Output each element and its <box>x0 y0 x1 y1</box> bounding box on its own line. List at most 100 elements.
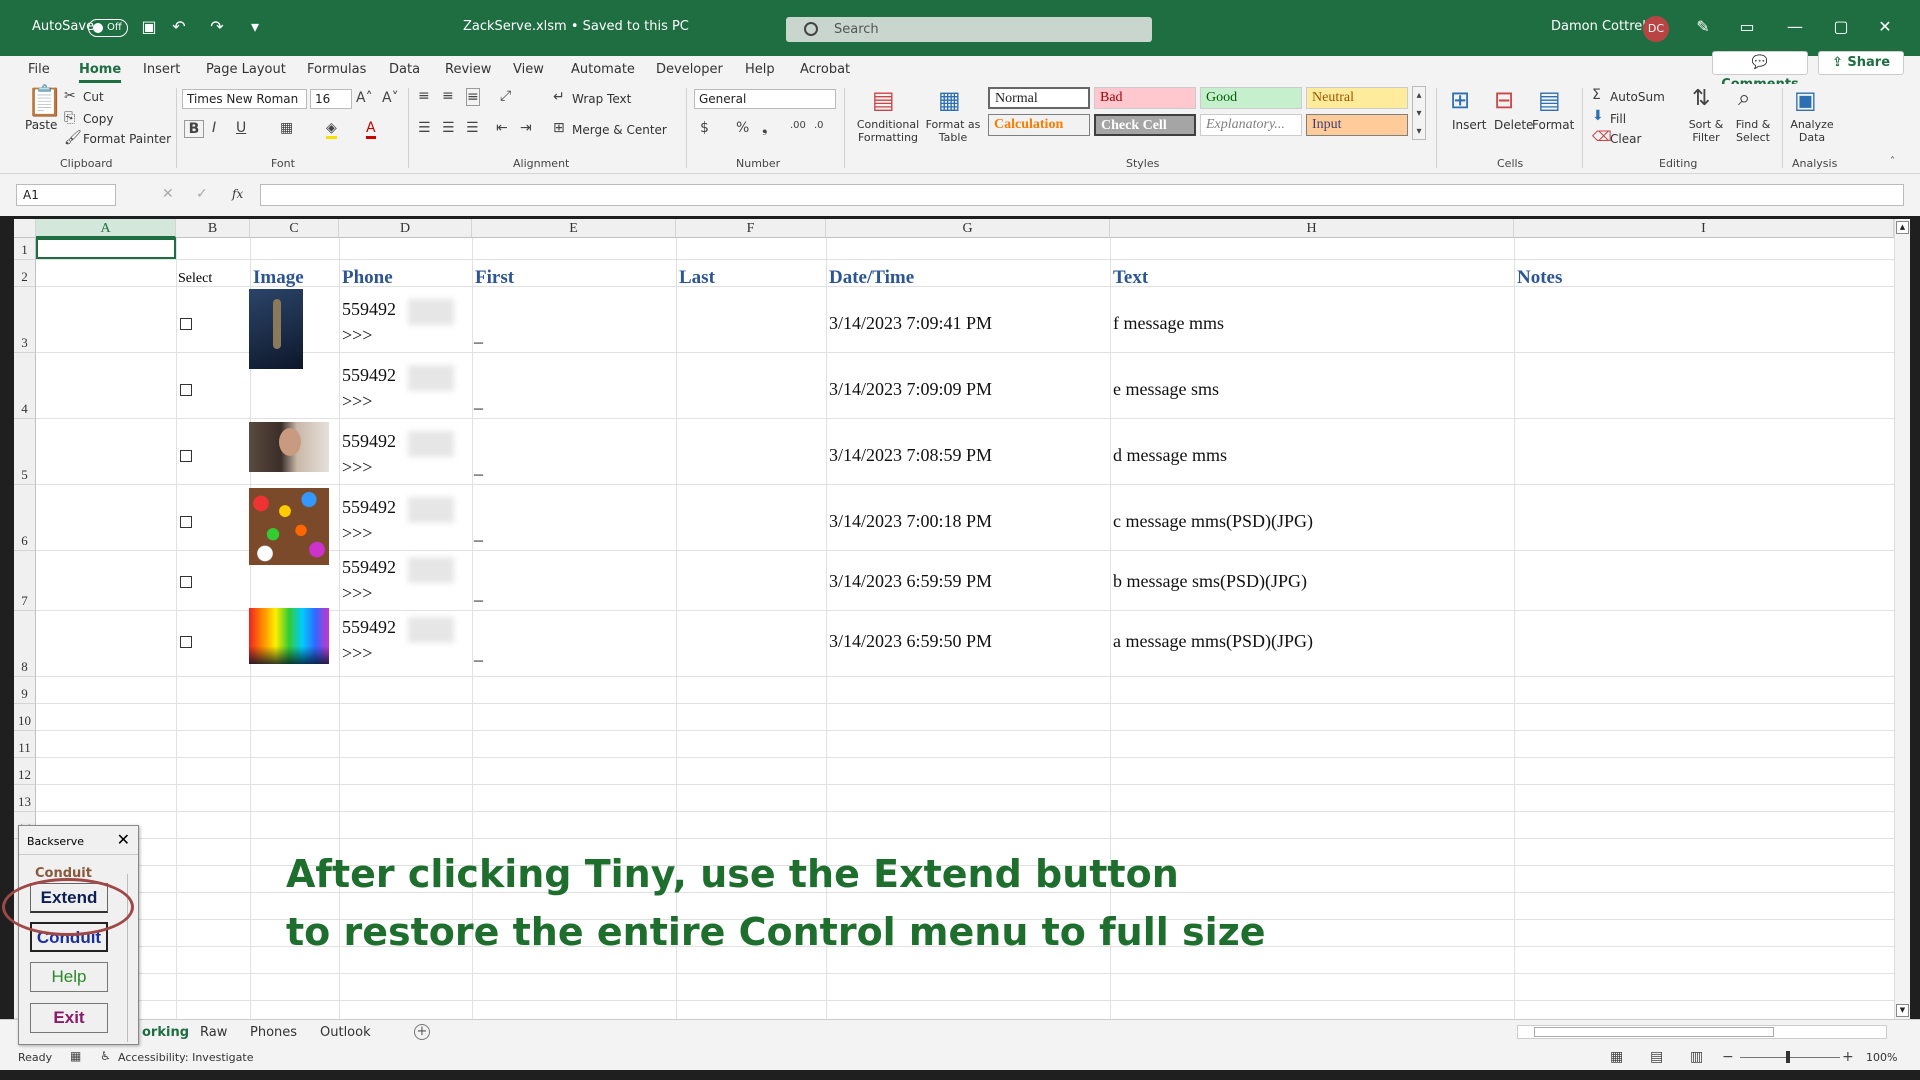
style-bad[interactable]: Bad <box>1094 87 1196 109</box>
tab-acrobat[interactable]: Acrobat <box>800 62 850 77</box>
page-layout-view-icon[interactable]: ▤ <box>1650 1049 1663 1065</box>
row-header-4[interactable]: 4 <box>14 353 36 419</box>
tab-file[interactable]: File <box>28 62 50 77</box>
insert-button[interactable]: Insert <box>1452 118 1486 132</box>
autosave-toggle[interactable]: Off <box>88 19 128 37</box>
decrease-indent-icon[interactable]: ⇤ <box>496 120 508 136</box>
select-checkbox[interactable] <box>180 384 192 396</box>
comments-button[interactable]: 💬 Comments <box>1712 51 1808 92</box>
select-checkbox[interactable] <box>180 636 192 648</box>
row-header-13[interactable]: 13 <box>14 785 36 812</box>
cut-button[interactable]: Cut <box>83 90 104 104</box>
mms-image-thumbnail[interactable] <box>249 422 329 472</box>
column-header-b[interactable]: B <box>176 219 250 238</box>
align-right-icon[interactable]: ☰ <box>466 120 479 136</box>
accessibility-status[interactable]: Accessibility: Investigate <box>118 1051 254 1064</box>
style-neutral[interactable]: Neutral <box>1306 87 1408 109</box>
mms-image-thumbnail[interactable] <box>249 608 329 664</box>
paste-icon[interactable]: 📋 <box>26 84 63 119</box>
select-all-corner[interactable] <box>14 219 36 238</box>
decrease-font-icon[interactable]: A˅ <box>382 90 399 106</box>
tab-help[interactable]: Help <box>745 62 775 77</box>
select-checkbox[interactable] <box>180 318 192 330</box>
zoom-slider-thumb[interactable] <box>1786 1051 1790 1063</box>
tab-data[interactable]: Data <box>389 62 420 77</box>
insert-function-button[interactable]: fx <box>232 187 243 201</box>
column-header-c[interactable]: C <box>250 219 339 238</box>
redo-icon[interactable]: ↷ <box>206 16 228 38</box>
add-sheet-icon[interactable]: + <box>414 1024 430 1040</box>
dialog-close-icon[interactable]: ✕ <box>117 830 130 849</box>
collapse-ribbon-icon[interactable]: ˄ <box>1890 156 1895 167</box>
phone-arrow-link[interactable]: >>> <box>342 583 372 604</box>
tab-formulas[interactable]: Formulas <box>307 62 366 77</box>
formula-input[interactable] <box>260 184 1904 206</box>
phone-arrow-link[interactable]: >>> <box>342 457 372 478</box>
normal-view-icon[interactable]: ▦ <box>1610 1049 1623 1065</box>
row-header-3[interactable]: 3 <box>14 287 36 353</box>
currency-icon[interactable]: $ <box>700 120 709 136</box>
column-header-g[interactable]: G <box>826 219 1110 238</box>
sheet-tab-outlook[interactable]: Outlook <box>320 1025 371 1040</box>
styles-scroll-icon[interactable]: ▴ ▾ ▾ <box>1412 86 1426 140</box>
italic-icon[interactable]: I <box>212 120 216 136</box>
undo-icon[interactable]: ↶ <box>168 16 190 38</box>
mms-image-thumbnail[interactable] <box>249 289 303 369</box>
row-header-10[interactable]: 10 <box>14 704 36 731</box>
select-checkbox[interactable] <box>180 450 192 462</box>
format-button[interactable]: Format <box>1532 118 1574 132</box>
zoom-slider[interactable] <box>1740 1057 1840 1058</box>
sheet-tab-raw[interactable]: Raw <box>200 1025 227 1040</box>
scroll-thumb[interactable] <box>1534 1027 1774 1037</box>
style-normal[interactable]: Normal <box>988 87 1090 109</box>
worksheet-grid[interactable]: A B C D E F G H I 1 2 3 4 5 6 7 8 9 10 1… <box>14 219 1894 1019</box>
phone-arrow-link[interactable]: >>> <box>342 325 372 346</box>
phone-arrow-link[interactable]: >>> <box>342 643 372 664</box>
column-header-e[interactable]: E <box>472 219 676 238</box>
search-box[interactable]: Search <box>786 17 1152 42</box>
tab-automate[interactable]: Automate <box>571 62 635 77</box>
row-header-11[interactable]: 11 <box>14 731 36 758</box>
merge-center-button[interactable]: Merge & Center <box>572 123 667 137</box>
style-calculation[interactable]: Calculation <box>988 114 1090 136</box>
delete-button[interactable]: Delete <box>1494 118 1533 132</box>
row-header-2[interactable]: 2 <box>14 260 36 287</box>
orientation-icon[interactable]: ⤢ <box>500 88 511 104</box>
align-top-icon[interactable]: ≡ <box>418 88 430 104</box>
close-icon[interactable]: ✕ <box>1870 14 1900 40</box>
exit-button[interactable]: Exit <box>30 1003 108 1033</box>
column-header-d[interactable]: D <box>339 219 472 238</box>
mms-image-thumbnail[interactable] <box>249 488 329 565</box>
increase-font-icon[interactable]: A˄ <box>356 90 373 106</box>
row-header-9[interactable]: 9 <box>14 677 36 704</box>
ribbon-display-icon[interactable]: ▭ <box>1736 16 1758 38</box>
clear-button[interactable]: Clear <box>1610 132 1641 146</box>
percent-icon[interactable]: % <box>736 120 749 136</box>
style-input[interactable]: Input <box>1306 114 1408 136</box>
format-as-table-button[interactable]: Format as Table <box>925 118 981 144</box>
fill-button[interactable]: Fill <box>1610 112 1626 126</box>
font-color-icon[interactable]: A <box>366 120 376 139</box>
paste-button[interactable]: Paste <box>25 118 57 132</box>
find-select-button[interactable]: Find & Select <box>1732 118 1774 144</box>
borders-icon[interactable]: ▦ <box>280 120 293 136</box>
sheet-tab-working[interactable]: orking <box>142 1025 189 1040</box>
zoom-out-icon[interactable]: − <box>1722 1049 1734 1065</box>
phone-arrow-link[interactable]: >>> <box>342 523 372 544</box>
tab-developer[interactable]: Developer <box>656 62 723 77</box>
active-cell-a1[interactable] <box>36 238 176 259</box>
align-middle-icon[interactable]: ≡ <box>442 88 454 104</box>
analyze-data-button[interactable]: Analyze Data <box>1790 118 1834 144</box>
vertical-scrollbar[interactable]: ▲ ▼ <box>1894 219 1910 1019</box>
horizontal-scrollbar[interactable] <box>1517 1025 1887 1039</box>
phone-arrow-link[interactable]: >>> <box>342 391 372 412</box>
conditional-formatting-button[interactable]: Conditional Formatting <box>855 118 921 144</box>
minimize-icon[interactable]: — <box>1780 14 1810 40</box>
column-header-a[interactable]: A <box>36 219 176 238</box>
bold-icon[interactable]: B <box>184 120 204 138</box>
column-header-i[interactable]: I <box>1514 219 1894 238</box>
font-size-select[interactable]: 16 <box>310 89 352 109</box>
autosum-button[interactable]: AutoSum <box>1610 90 1665 104</box>
font-name-select[interactable]: Times New Roman <box>182 89 307 109</box>
decrease-decimal-icon[interactable]: .0 <box>814 120 824 131</box>
